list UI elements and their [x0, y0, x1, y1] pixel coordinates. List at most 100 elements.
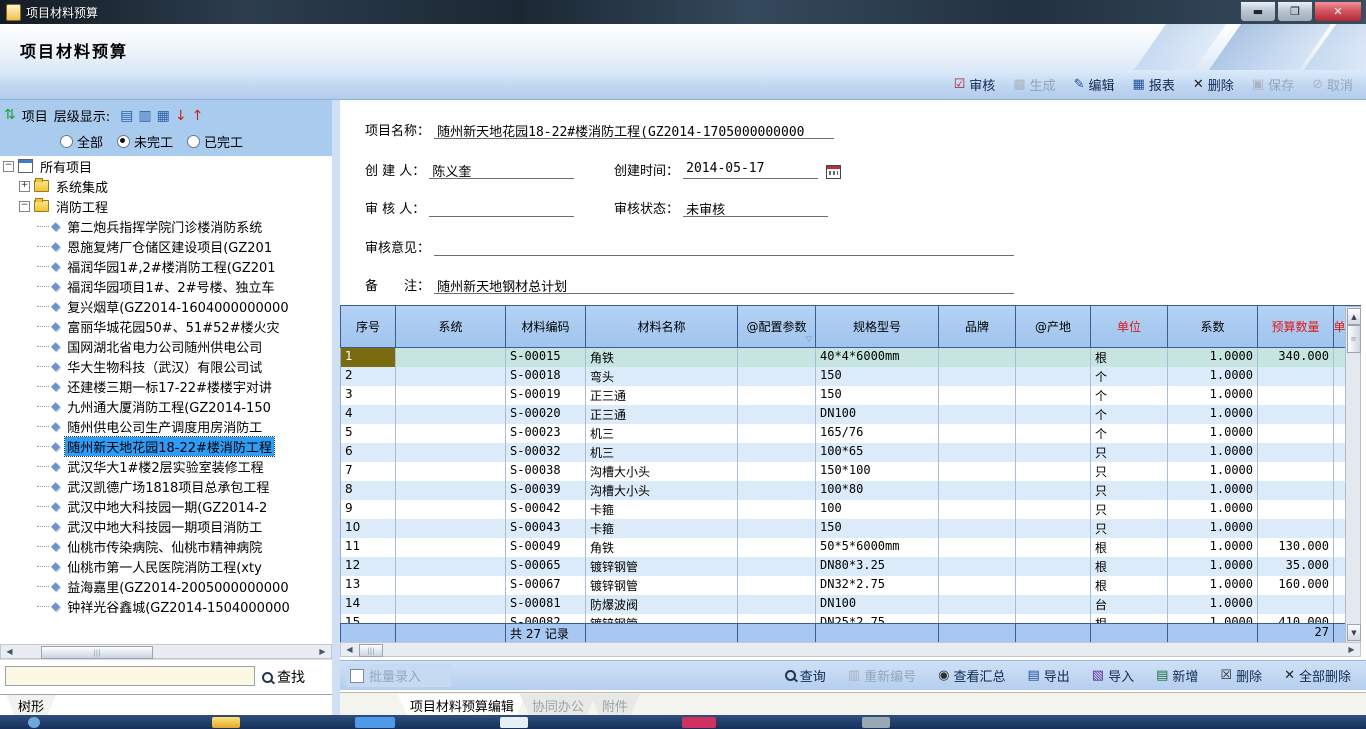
table-cell[interactable] — [1258, 367, 1334, 386]
table-cell[interactable]: 7 — [341, 462, 396, 481]
table-cell[interactable] — [1258, 424, 1334, 443]
table-cell[interactable]: 卡箍 — [586, 500, 738, 519]
table-cell[interactable] — [939, 576, 1016, 595]
table-cell[interactable] — [396, 348, 506, 367]
tree-row[interactable]: ◆钟祥光谷鑫城(GZ2014-1504000000 — [0, 596, 332, 616]
table-cell[interactable]: 4 — [341, 405, 396, 424]
table-cell[interactable]: 130.000 — [1258, 538, 1334, 557]
tree-row[interactable]: ◆华大生物科技（武汉）有限公司试 — [0, 356, 332, 376]
table-cell[interactable]: 根 — [1091, 557, 1168, 576]
table-cell[interactable]: 1.0000 — [1168, 405, 1258, 424]
table-row[interactable]: 14S-00081防爆波阀DN100台1.0000 — [341, 595, 1345, 614]
table-cell[interactable] — [396, 557, 506, 576]
table-row[interactable]: 5S-00023机三165/76个1.0000 — [341, 424, 1345, 443]
list-view-icon[interactable]: ▥ — [138, 109, 151, 123]
table-cell[interactable] — [1334, 557, 1345, 576]
table-row[interactable]: 13S-00067镀锌钢管DN32*2.75根1.0000160.000 — [341, 576, 1345, 595]
table-cell[interactable]: DN80*3.25 — [816, 557, 939, 576]
table-cell[interactable]: 沟槽大小头 — [586, 462, 738, 481]
creator-field[interactable]: 陈义奎 — [429, 161, 574, 179]
tab-collaboration[interactable]: 协同办公 — [520, 694, 596, 717]
table-cell[interactable] — [1334, 348, 1345, 367]
start-orb-icon[interactable] — [28, 717, 40, 728]
table-cell[interactable] — [939, 424, 1016, 443]
tree-row[interactable]: ◆恩施复烤厂仓储区建设项目(GZ201 — [0, 236, 332, 256]
table-cell[interactable]: 1.0000 — [1168, 424, 1258, 443]
table-row[interactable]: 7S-00038沟槽大小头150*100只1.0000 — [341, 462, 1345, 481]
table-cell[interactable]: 角铁 — [586, 348, 738, 367]
column-header[interactable]: 系数 — [1168, 306, 1258, 348]
taskbar-app-icon[interactable] — [355, 717, 395, 728]
table-cell[interactable]: 镀锌钢管 — [586, 576, 738, 595]
tree-folder-label[interactable]: 消防工程 — [54, 197, 110, 216]
column-header[interactable]: @产地 — [1016, 306, 1091, 348]
table-cell[interactable]: 弯头 — [586, 367, 738, 386]
table-cell[interactable] — [939, 500, 1016, 519]
remark-field[interactable]: 随州新天地钢材总计划 — [434, 276, 1014, 294]
table-cell[interactable]: 165/76 — [816, 424, 939, 443]
table-cell[interactable]: S-00067 — [506, 576, 586, 595]
table-cell[interactable] — [939, 405, 1016, 424]
delete-row-button[interactable]: ☒删除 — [1211, 664, 1271, 687]
table-cell[interactable]: 只 — [1091, 462, 1168, 481]
project-item-label[interactable]: 仙桃市传染病院、仙桃市精神病院 — [65, 537, 264, 556]
table-cell[interactable] — [1258, 595, 1334, 614]
table-cell[interactable] — [1334, 367, 1345, 386]
table-cell[interactable]: 10 — [341, 519, 396, 538]
table-cell[interactable]: 11 — [341, 538, 396, 557]
table-cell[interactable]: 15 — [341, 614, 396, 623]
sort-desc-icon[interactable]: ↓ — [175, 109, 187, 123]
tab-attachments[interactable]: 附件 — [590, 694, 640, 717]
scroll-right-icon[interactable]: ▶ — [316, 646, 329, 657]
table-cell[interactable] — [396, 538, 506, 557]
table-cell[interactable] — [939, 481, 1016, 500]
filter-radio-0[interactable]: 全部 — [60, 132, 103, 151]
grid-view-icon[interactable]: ▤ — [120, 109, 133, 123]
refresh-icon[interactable]: ⇅ — [4, 109, 16, 122]
column-header[interactable]: 单位 — [1091, 306, 1168, 348]
table-cell[interactable] — [396, 462, 506, 481]
table-cell[interactable] — [396, 424, 506, 443]
table-cell[interactable]: 只 — [1091, 481, 1168, 500]
audit-opinion-field[interactable] — [434, 238, 1014, 256]
project-item-label[interactable]: 福润华园1#,2#楼消防工程(GZ201 — [65, 257, 277, 276]
table-cell[interactable]: 角铁 — [586, 538, 738, 557]
table-cell[interactable] — [396, 386, 506, 405]
table-cell[interactable] — [1334, 386, 1345, 405]
table-cell[interactable]: S-00038 — [506, 462, 586, 481]
project-item-label[interactable]: 随州供电公司生产调度用房消防工 — [65, 417, 264, 436]
table-cell[interactable] — [939, 538, 1016, 557]
table-cell[interactable]: S-00018 — [506, 367, 586, 386]
table-cell[interactable] — [939, 348, 1016, 367]
table-cell[interactable] — [396, 481, 506, 500]
table-cell[interactable] — [1334, 595, 1345, 614]
grid-vertical-scrollbar[interactable]: ▲ ≡ ▼ — [1345, 306, 1361, 643]
table-cell[interactable] — [1016, 481, 1091, 500]
tree-row[interactable]: −所有项目 — [0, 156, 332, 176]
table-cell[interactable]: 1 — [341, 348, 396, 367]
audit-status-field[interactable]: 未审核 — [683, 199, 828, 217]
table-cell[interactable]: 150 — [816, 386, 939, 405]
table-cell[interactable] — [1334, 481, 1345, 500]
project-item-label[interactable]: 随州新天地花园18-22#楼消防工程 — [65, 437, 274, 456]
find-button[interactable]: 查找 — [262, 667, 305, 687]
table-cell[interactable]: S-00032 — [506, 443, 586, 462]
table-cell[interactable]: 14 — [341, 595, 396, 614]
table-cell[interactable]: 150*100 — [816, 462, 939, 481]
table-cell[interactable]: 正三通 — [586, 405, 738, 424]
project-item-label[interactable]: 复兴烟草(GZ2014-1604000000000 — [65, 297, 290, 316]
table-row[interactable]: 6S-00032机三100*65只1.0000 — [341, 443, 1345, 462]
table-cell[interactable] — [738, 386, 816, 405]
table-row[interactable]: 3S-00019正三通150个1.0000 — [341, 386, 1345, 405]
table-cell[interactable]: 个 — [1091, 405, 1168, 424]
table-cell[interactable] — [738, 348, 816, 367]
table-cell[interactable]: 正三通 — [586, 386, 738, 405]
table-row[interactable]: 2S-00018弯头150个1.0000 — [341, 367, 1345, 386]
column-header[interactable]: 规格型号 — [816, 306, 939, 348]
table-cell[interactable]: 3 — [341, 386, 396, 405]
table-cell[interactable]: 镀锌钢管 — [586, 614, 738, 623]
table-cell[interactable] — [396, 614, 506, 623]
table-cell[interactable]: S-00015 — [506, 348, 586, 367]
table-cell[interactable] — [1258, 386, 1334, 405]
create-time-field[interactable]: 2014-05-17 — [683, 161, 818, 179]
